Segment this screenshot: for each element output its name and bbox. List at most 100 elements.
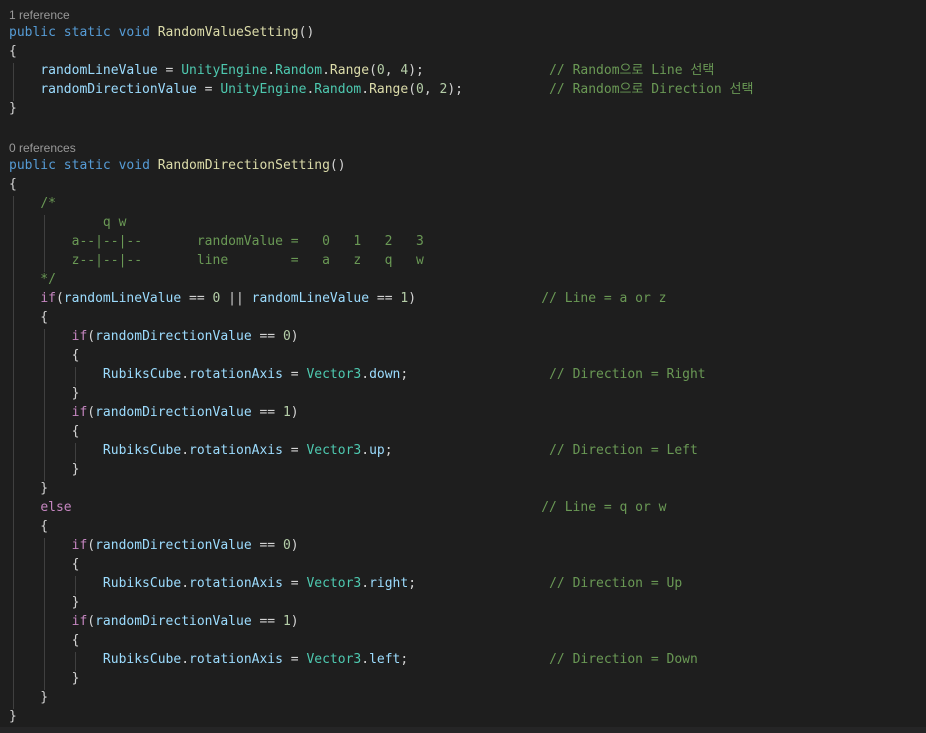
- code-token: RubiksCube: [102, 443, 182, 458]
- code-token: (: [369, 63, 377, 78]
- code-token: a--|--|-- randomValue = 0 1 2 3: [9, 234, 424, 249]
- code-token: =: [282, 576, 307, 591]
- code-line: {: [9, 175, 17, 194]
- code-line: }: [9, 669, 80, 688]
- code-token: }: [9, 481, 49, 496]
- code-token: static: [63, 25, 111, 40]
- code-token: );: [447, 82, 463, 97]
- code-token: Vector3: [306, 652, 362, 667]
- code-line: else // Line = q or w: [9, 498, 666, 517]
- code-line: a--|--|-- randomValue = 0 1 2 3: [9, 232, 424, 251]
- codelens-references[interactable]: 1 reference: [9, 7, 70, 23]
- code-line: if(randomDirectionValue == 0): [9, 536, 299, 555]
- code-token: // Direction = Down: [549, 652, 698, 667]
- code-token: Vector3: [306, 576, 362, 591]
- code-token: .: [361, 82, 370, 97]
- code-line: RubiksCube.rotationAxis = Vector3.down; …: [9, 365, 706, 384]
- code-token: 0: [282, 538, 291, 553]
- code-token: public: [9, 25, 56, 40]
- code-token: ): [290, 614, 299, 629]
- code-token: (: [87, 329, 96, 344]
- code-token: randomLineValue: [40, 63, 158, 78]
- code-token: {: [9, 424, 80, 439]
- code-token: ||: [220, 291, 252, 306]
- code-editor[interactable]: 1 reference public static void RandomValu…: [0, 0, 926, 733]
- code-token: rotationAxis: [189, 443, 283, 458]
- code-token: =: [157, 63, 182, 78]
- code-token: .: [267, 63, 276, 78]
- code-line: {: [9, 42, 17, 61]
- code-token: .: [181, 576, 190, 591]
- code-token: Vector3: [306, 367, 362, 382]
- code-token: {: [9, 348, 80, 363]
- code-token: if: [71, 614, 88, 629]
- code-token: Range: [329, 63, 370, 78]
- code-line: }: [9, 707, 17, 726]
- code-token: ): [290, 405, 299, 420]
- code-token: .: [181, 367, 190, 382]
- code-token: );: [408, 63, 424, 78]
- code-line: {: [9, 422, 80, 441]
- code-token: }: [9, 709, 17, 724]
- code-token: // Direction = Up: [549, 576, 683, 591]
- code-line: {: [9, 308, 48, 327]
- code-token: Vector3: [306, 443, 362, 458]
- code-token: randomDirectionValue: [40, 82, 197, 97]
- code-token: {: [9, 519, 49, 534]
- code-token: // Direction = Left: [549, 443, 698, 458]
- code-token: .: [181, 443, 190, 458]
- code-token: }: [9, 690, 49, 705]
- code-token: void: [118, 25, 150, 40]
- code-line: }: [9, 593, 80, 612]
- codelens-references[interactable]: 0 references: [9, 140, 76, 156]
- code-token: randomLineValue: [63, 291, 182, 306]
- code-token: ): [290, 538, 299, 553]
- code-token: if: [71, 329, 88, 344]
- code-line: }: [9, 384, 80, 403]
- code-token: .: [361, 443, 370, 458]
- code-token: ==: [251, 538, 283, 553]
- code-token: Range: [369, 82, 409, 97]
- code-token: // Line = a or z: [541, 291, 667, 306]
- code-token: else: [40, 500, 72, 515]
- code-line: if(randomDirectionValue == 1): [9, 403, 299, 422]
- code-token: 0: [376, 63, 385, 78]
- code-line: {: [9, 346, 80, 365]
- code-token: RubiksCube: [102, 367, 182, 382]
- code-line: {: [9, 517, 48, 536]
- code-token: RandomValueSetting: [157, 25, 299, 40]
- code-line: }: [9, 479, 48, 498]
- code-line: public static void RandomDirectionSettin…: [9, 156, 346, 175]
- code-token: if: [71, 538, 88, 553]
- code-token: rotationAxis: [189, 652, 283, 667]
- code-token: }: [9, 101, 17, 116]
- code-token: }: [9, 671, 80, 686]
- code-token: =: [196, 82, 221, 97]
- code-token: (): [329, 158, 346, 173]
- code-token: .: [181, 652, 190, 667]
- code-token: {: [9, 177, 17, 192]
- code-token: left: [369, 652, 401, 667]
- code-token: (: [55, 291, 64, 306]
- code-line: }: [9, 460, 80, 479]
- code-token: 0: [416, 82, 424, 97]
- code-token: randomDirectionValue: [95, 405, 252, 420]
- code-token: .: [361, 576, 370, 591]
- code-token: Random: [275, 63, 323, 78]
- horizontal-scrollbar[interactable]: [0, 727, 926, 733]
- code-line: RubiksCube.rotationAxis = Vector3.left; …: [9, 650, 698, 669]
- code-token: if: [40, 291, 56, 306]
- code-token: ;: [408, 576, 417, 591]
- code-token: up: [369, 443, 385, 458]
